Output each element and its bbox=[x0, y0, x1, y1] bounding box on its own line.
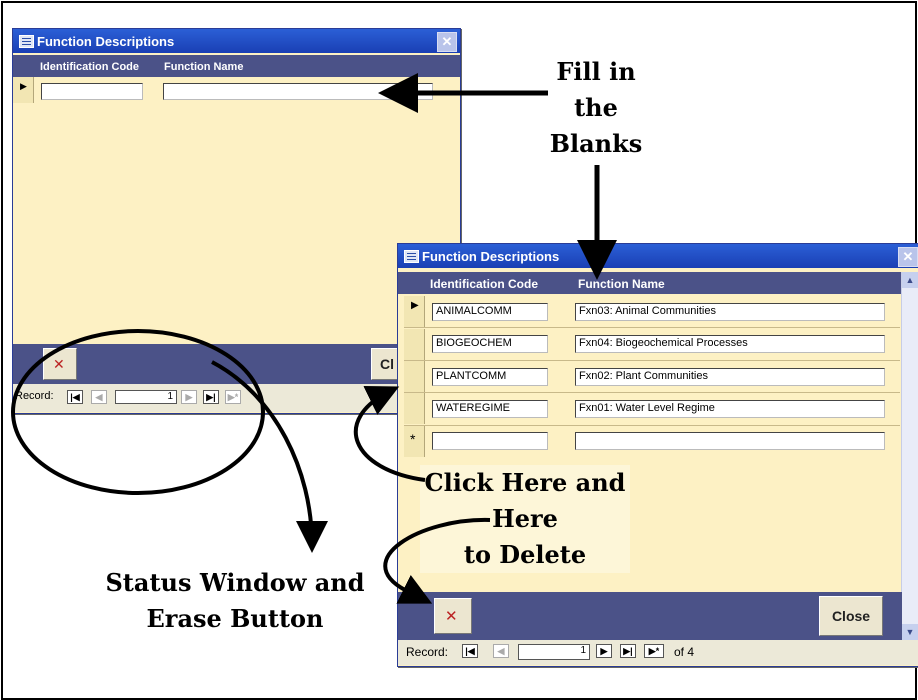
annotation-arrows bbox=[11, 73, 617, 604]
arrow-to-selector bbox=[353, 386, 426, 482]
screenshot-stage: Function Descriptions ✕ Identification C… bbox=[0, 0, 918, 700]
arrow-to-erase bbox=[383, 517, 491, 604]
status-ellipse bbox=[11, 329, 265, 495]
arrow-ellipse-to-label bbox=[211, 360, 328, 553]
